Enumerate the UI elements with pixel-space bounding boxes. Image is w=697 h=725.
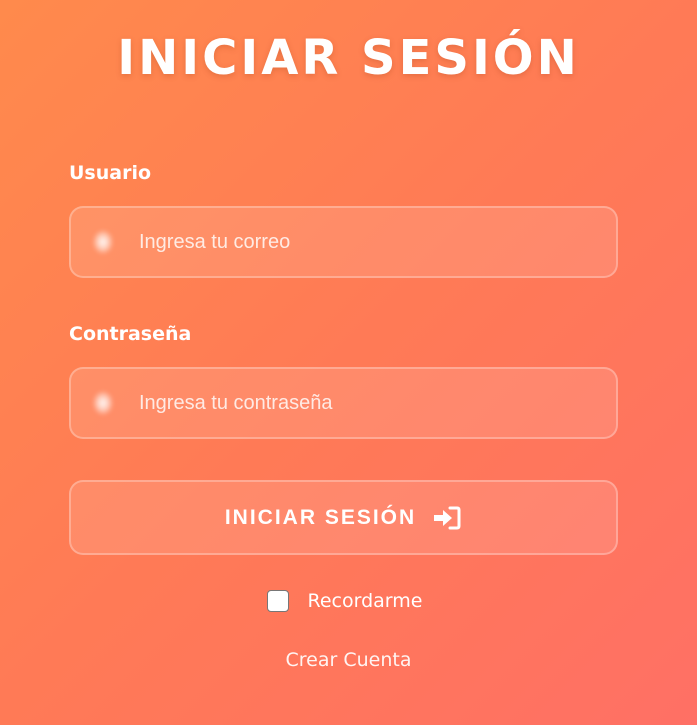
user-icon [93, 230, 113, 254]
username-label: Usuario [69, 162, 152, 184]
remember-row: Recordarme [0, 590, 697, 612]
remember-checkbox[interactable] [266, 590, 289, 612]
page-title: INICIAR SESIÓN [117, 30, 580, 86]
create-account-link[interactable]: Crear Cuenta [0, 649, 697, 671]
password-field[interactable] [69, 367, 618, 439]
username-field[interactable] [69, 206, 618, 278]
login-button-label: INICIAR SESIÓN [224, 505, 417, 529]
login-button[interactable]: INICIAR SESIÓN [69, 480, 618, 555]
password-input[interactable] [137, 390, 600, 416]
password-label: Contraseña [69, 323, 192, 345]
username-input[interactable] [137, 229, 600, 255]
lock-icon [93, 391, 113, 415]
sign-in-icon [432, 505, 462, 531]
remember-label[interactable]: Recordarme [308, 590, 423, 612]
